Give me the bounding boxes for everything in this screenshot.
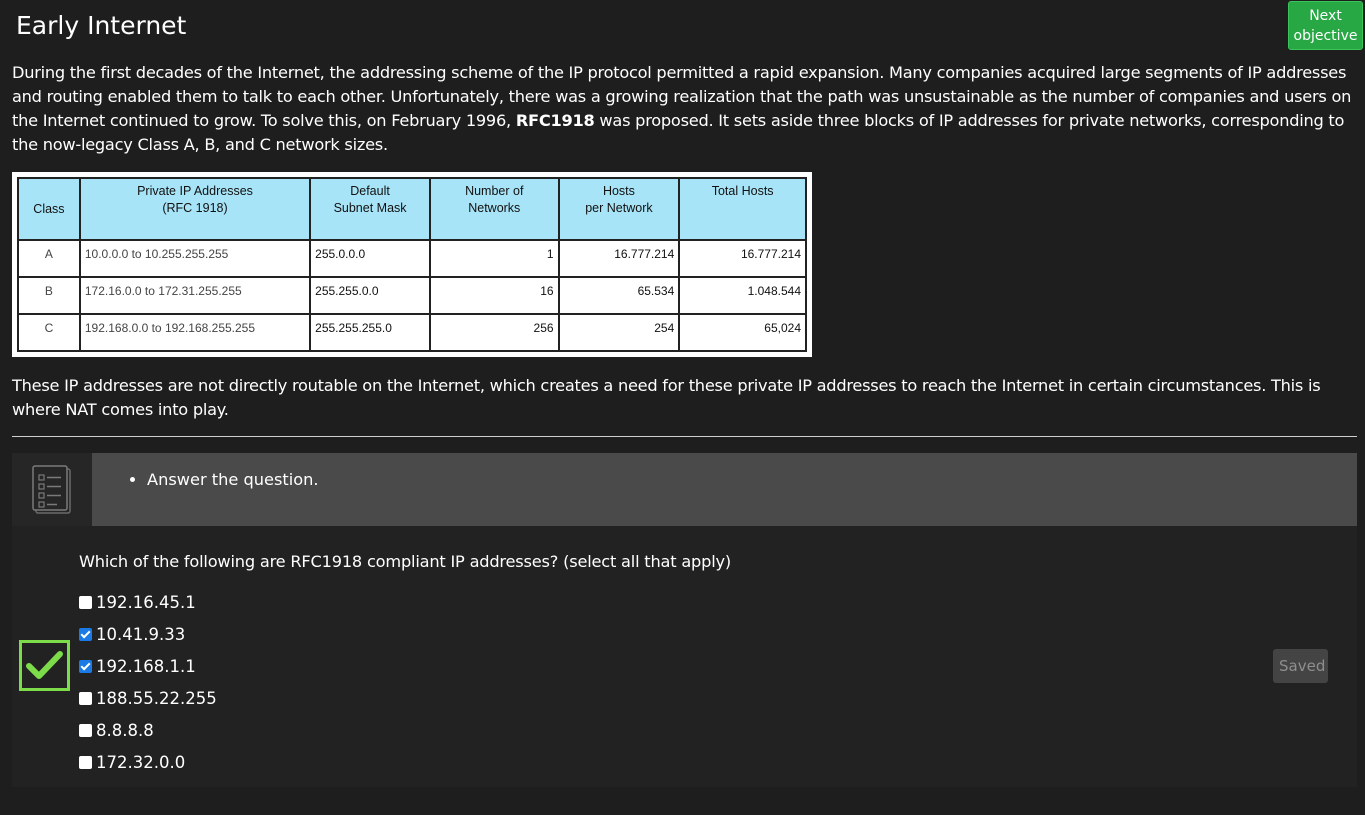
cell-class: A [17, 239, 81, 279]
option-188-55-22-255[interactable]: 188.55.22.255 [79, 686, 217, 710]
header-networks: Number of Networks [428, 176, 560, 242]
cell-hosts: 254 [557, 313, 681, 352]
cell-mask: 255.255.255.0 [309, 313, 431, 352]
option-label: 188.55.22.255 [96, 688, 217, 708]
intro-rfc-bold: RFC1918 [515, 111, 595, 130]
saved-button[interactable]: Saved [1273, 649, 1328, 683]
cell-hosts: 16.777.214 [557, 239, 681, 279]
table-header-row: Class Private IP Addresses (RFC 1918) Def… [17, 176, 807, 242]
cell-range: 10.0.0.0 to 10.255.255.255 [78, 239, 312, 279]
option-label: 192.16.45.1 [96, 592, 196, 612]
cell-class: C [17, 313, 81, 352]
cell-mask: 255.0.0.0 [309, 239, 431, 279]
nat-paragraph: These IP addresses are not directly rout… [12, 376, 1321, 419]
instructions-box: Answer the question. [12, 453, 1357, 526]
cell-networks: 1 [428, 239, 560, 279]
option-10-41-9-33[interactable]: 10.41.9.33 [79, 622, 185, 646]
table-row: A 10.0.0.0 to 10.255.255.255 255.0.0.0 1… [17, 239, 807, 279]
cell-total: 65,024 [678, 313, 807, 352]
header-subnet-mask: Default Subnet Mask [309, 176, 431, 242]
cell-networks: 256 [428, 313, 560, 352]
checkbox[interactable] [79, 691, 92, 705]
header-total-hosts: Total Hosts [678, 176, 807, 242]
checkbox[interactable] [79, 659, 92, 673]
header-class: Class [17, 176, 81, 242]
table-row: B 172.16.0.0 to 172.31.255.255 255.255.0… [17, 276, 807, 316]
instructions-icon-cell [12, 453, 92, 526]
cell-total: 1.048.544 [678, 276, 807, 316]
option-192-16-45-1[interactable]: 192.16.45.1 [79, 590, 196, 614]
correct-status-badge [19, 640, 70, 691]
cell-range: 192.168.0.0 to 192.168.255.255 [78, 313, 312, 352]
cell-class: B [17, 276, 81, 316]
cell-range: 172.16.0.0 to 172.31.255.255 [78, 276, 312, 316]
checkbox[interactable] [79, 627, 92, 641]
checkbox[interactable] [79, 595, 92, 609]
checkbox[interactable] [79, 755, 92, 769]
option-192-168-1-1[interactable]: 192.168.1.1 [79, 654, 196, 678]
header-private-ip: Private IP Addresses (RFC 1918) [78, 176, 312, 242]
next-objective-button[interactable]: Next objective [1288, 1, 1363, 50]
rfc1918-table: Class Private IP Addresses (RFC 1918) Def… [17, 176, 807, 352]
option-label: 10.41.9.33 [96, 624, 186, 644]
instruction-item: Answer the question. [147, 468, 319, 492]
checklist-icon [32, 465, 71, 514]
option-172-32-0-0[interactable]: 172.32.0.0 [79, 750, 185, 774]
option-label: 192.168.1.1 [96, 656, 196, 676]
checkmark-icon [26, 651, 63, 679]
option-8-8-8-8[interactable]: 8.8.8.8 [79, 718, 154, 742]
option-label: 8.8.8.8 [96, 720, 154, 740]
page-title: Early Internet [16, 11, 187, 40]
table-row: C 192.168.0.0 to 192.168.255.255 255.255… [17, 313, 807, 352]
cell-total: 16.777.214 [678, 239, 807, 279]
cell-networks: 16 [428, 276, 560, 316]
option-label: 172.32.0.0 [96, 752, 186, 772]
intro-paragraph: During the first decades of the Internet… [12, 61, 1357, 157]
cell-mask: 255.255.0.0 [309, 276, 431, 316]
question-text: Which of the following are RFC1918 compl… [79, 552, 731, 571]
rfc1918-table-image: Class Private IP Addresses (RFC 1918) Def… [12, 172, 812, 357]
instructions-list: Answer the question. [104, 453, 319, 492]
cell-hosts: 65.534 [557, 276, 681, 316]
header-hosts: Hosts per Network [557, 176, 681, 242]
section-divider [12, 436, 1357, 437]
checkbox[interactable] [79, 723, 92, 737]
